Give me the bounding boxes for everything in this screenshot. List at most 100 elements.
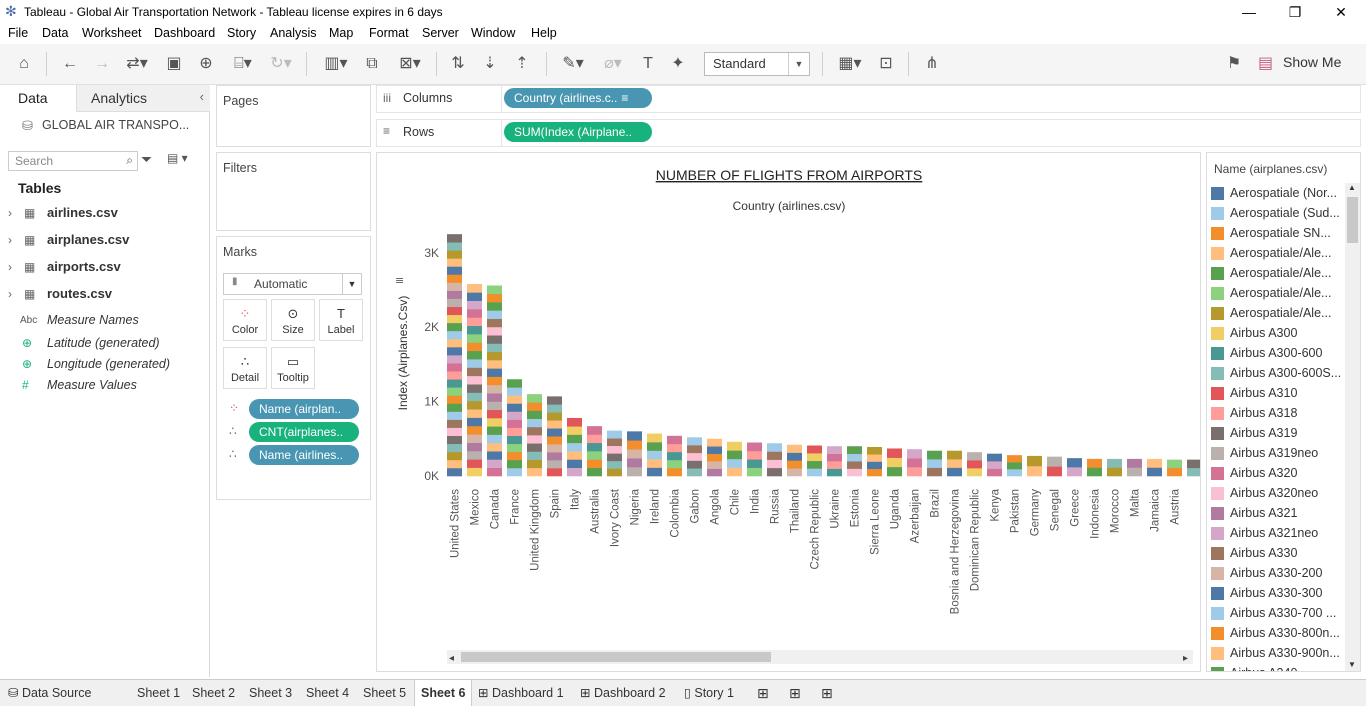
- mark-pill-name-airlines[interactable]: Name (airlines..: [249, 445, 359, 465]
- bar-segment[interactable]: [967, 460, 982, 469]
- bar-segment[interactable]: [707, 461, 722, 469]
- bar-segment[interactable]: [467, 450, 482, 460]
- bar-segment[interactable]: [907, 458, 922, 468]
- bar-segment[interactable]: [787, 444, 802, 453]
- legend-item[interactable]: Airbus A300-600S...: [1211, 364, 1341, 384]
- bar-segment[interactable]: [487, 393, 502, 402]
- bar-segment[interactable]: [947, 467, 962, 477]
- legend-item[interactable]: Aerospatiale (Sud...: [1211, 204, 1341, 224]
- bar-segment[interactable]: [707, 438, 722, 447]
- minimize-button[interactable]: —: [1226, 2, 1272, 22]
- bar-segment[interactable]: [507, 427, 522, 436]
- bar-segment[interactable]: [767, 459, 782, 469]
- bar-segment[interactable]: [527, 443, 542, 452]
- bar-segment[interactable]: [547, 420, 562, 429]
- bar-segment[interactable]: [1087, 467, 1102, 477]
- bar-segment[interactable]: [467, 392, 482, 402]
- bar-segment[interactable]: [667, 443, 682, 453]
- legend-item[interactable]: Aerospatiale SN...: [1211, 224, 1341, 244]
- bar-segment[interactable]: [447, 330, 462, 340]
- fit-select[interactable]: Standard ▼: [704, 52, 810, 76]
- bar-segment[interactable]: [487, 409, 502, 419]
- bar-segment[interactable]: [547, 412, 562, 421]
- new-datasource-icon[interactable]: ⊕: [194, 54, 218, 74]
- menu-story[interactable]: Story: [227, 26, 256, 40]
- bar-segment[interactable]: [787, 452, 802, 461]
- table-airlines[interactable]: airlines.csv: [47, 205, 118, 220]
- legend-item[interactable]: Airbus A330-700 ...: [1211, 604, 1341, 624]
- bar-segment[interactable]: [507, 379, 522, 388]
- bar-segment[interactable]: [447, 379, 462, 388]
- bar-segment[interactable]: [467, 300, 482, 310]
- bar-segment[interactable]: [487, 310, 502, 319]
- bar-segment[interactable]: [487, 335, 502, 344]
- bar-segment[interactable]: [1147, 467, 1162, 477]
- legend-item[interactable]: Aerospatiale/Ale...: [1211, 304, 1341, 324]
- bar-segment[interactable]: [607, 430, 622, 439]
- bar-segment[interactable]: [627, 440, 642, 450]
- bar-segment[interactable]: [447, 258, 462, 267]
- bar-segment[interactable]: [707, 453, 722, 462]
- bar-segment[interactable]: [767, 443, 782, 452]
- bar-segment[interactable]: [487, 368, 502, 377]
- bar-segment[interactable]: [1167, 459, 1182, 469]
- bar-segment[interactable]: [447, 338, 462, 348]
- columns-pill-country[interactable]: Country (airlines.c.. ≡: [504, 88, 652, 108]
- bar-segment[interactable]: [867, 461, 882, 470]
- bar-segment[interactable]: [867, 468, 882, 477]
- bar-segment[interactable]: [467, 325, 482, 335]
- bar-segment[interactable]: [787, 468, 802, 477]
- bar-segment[interactable]: [447, 395, 462, 404]
- bar-segment[interactable]: [767, 451, 782, 460]
- bar-segment[interactable]: [447, 290, 462, 299]
- legend-item[interactable]: Airbus A319neo: [1211, 444, 1341, 464]
- bar-segment[interactable]: [467, 425, 482, 435]
- bar-segment[interactable]: [487, 459, 502, 469]
- bar-segment[interactable]: [467, 409, 482, 418]
- bar-segment[interactable]: [527, 394, 542, 403]
- bar-segment[interactable]: [727, 467, 742, 477]
- bar-segment[interactable]: [1147, 458, 1162, 468]
- label-button[interactable]: T Label: [319, 299, 363, 341]
- bar-segment[interactable]: [847, 446, 862, 454]
- bar-segment[interactable]: [447, 355, 462, 364]
- bar-segment[interactable]: [587, 426, 602, 435]
- save-icon[interactable]: ▣: [162, 54, 186, 74]
- bar-segment[interactable]: [1187, 459, 1202, 469]
- bar-segment[interactable]: [807, 453, 822, 462]
- bar-segment[interactable]: [487, 343, 502, 353]
- presentation-mode-icon[interactable]: ⊡: [874, 54, 898, 74]
- bar-segment[interactable]: [547, 444, 562, 453]
- bar-segment[interactable]: [1007, 469, 1022, 477]
- bar-segment[interactable]: [467, 359, 482, 368]
- bar-segment[interactable]: [527, 426, 542, 436]
- bar-segment[interactable]: [527, 459, 542, 469]
- legend-item[interactable]: Airbus A319: [1211, 424, 1341, 444]
- tab-analytics[interactable]: Analytics ‹: [76, 85, 210, 112]
- new-worksheet-icon[interactable]: ⊞: [757, 680, 769, 706]
- show-me-button[interactable]: Show Me: [1283, 54, 1341, 70]
- bar-segment[interactable]: [667, 459, 682, 469]
- bar-segment[interactable]: [1027, 465, 1042, 477]
- bar-segment[interactable]: [467, 417, 482, 427]
- bar-segment[interactable]: [827, 461, 842, 469]
- bar-segment[interactable]: [527, 467, 542, 477]
- bar-segment[interactable]: [467, 317, 482, 327]
- tab-sheet-4[interactable]: Sheet 4: [306, 680, 349, 706]
- home-icon[interactable]: ⌂: [12, 54, 36, 74]
- bar-segment[interactable]: [687, 468, 702, 477]
- bar-segment[interactable]: [867, 446, 882, 455]
- legend-item[interactable]: Aerospatiale/Ale...: [1211, 244, 1341, 264]
- fix-axes-icon[interactable]: ✦: [666, 54, 690, 74]
- bar-segment[interactable]: [447, 282, 462, 291]
- bar-segment[interactable]: [747, 442, 762, 452]
- filter-icon[interactable]: ⏷: [141, 151, 152, 168]
- menu-dashboard[interactable]: Dashboard: [154, 26, 215, 40]
- menu-format[interactable]: Format: [369, 26, 409, 40]
- swap-rows-columns-icon[interactable]: ⇅: [446, 54, 470, 74]
- bar-segment[interactable]: [807, 460, 822, 469]
- bar-segment[interactable]: [547, 468, 562, 477]
- legend-item[interactable]: Airbus A300-600: [1211, 344, 1341, 364]
- bar-segment[interactable]: [747, 459, 762, 468]
- bar-segment[interactable]: [487, 285, 502, 295]
